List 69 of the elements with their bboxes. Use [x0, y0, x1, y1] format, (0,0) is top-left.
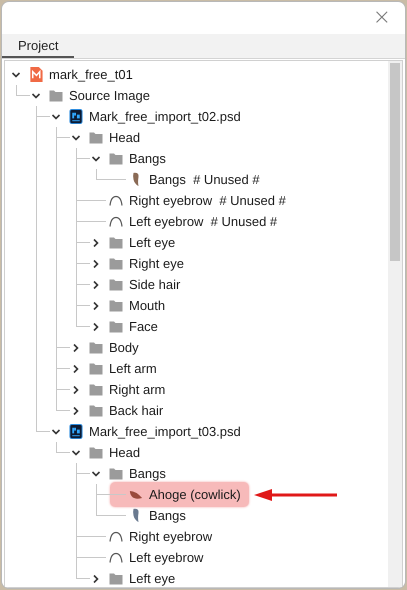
layer-name[interactable]: Left eyebrow # Unused #	[129, 214, 278, 229]
collapse-chevron-icon[interactable]	[31, 90, 41, 100]
layer-name[interactable]: mark_free_t01	[49, 67, 133, 82]
folder-icon	[109, 571, 123, 586]
layer-name[interactable]: Side hair	[129, 277, 180, 292]
folder-icon	[109, 319, 123, 334]
layer-name[interactable]: Bangs	[149, 508, 186, 523]
psd-file-icon	[69, 424, 83, 439]
folder-icon	[109, 235, 123, 250]
expand-chevron-icon[interactable]	[91, 258, 101, 268]
close-button[interactable]: ×	[366, 7, 397, 29]
layer-name[interactable]: Right eyebrow	[129, 529, 212, 544]
layer-name[interactable]: Ahoge (cowlick)	[149, 487, 241, 502]
eyebrow-arc-icon	[109, 193, 123, 208]
collapse-chevron-icon[interactable]	[51, 112, 61, 122]
layer-name[interactable]: Source Image	[69, 88, 150, 103]
collapse-chevron-icon[interactable]	[91, 468, 101, 478]
layer-name[interactable]: Left eye	[129, 571, 176, 586]
layer-name[interactable]: Bangs	[129, 151, 166, 166]
psd-file-icon	[69, 109, 83, 124]
expand-chevron-icon[interactable]	[91, 574, 101, 584]
expand-chevron-icon[interactable]	[71, 364, 81, 374]
layer-name[interactable]: Head	[109, 445, 140, 460]
layer-name[interactable]: Bangs # Unused #	[149, 172, 260, 187]
layer-name[interactable]: Back hair	[109, 403, 164, 418]
project-tab[interactable]: Project	[2, 35, 74, 58]
layer-name[interactable]: Mark_free_import_t03.psd	[89, 424, 241, 439]
folder-icon	[109, 256, 123, 271]
collapse-chevron-icon[interactable]	[71, 132, 81, 142]
folder-icon	[89, 403, 103, 418]
folder-icon	[109, 466, 123, 481]
collapse-chevron-icon[interactable]	[91, 154, 101, 164]
expand-chevron-icon[interactable]	[71, 342, 81, 352]
layer-name[interactable]: Right arm	[109, 382, 166, 397]
layer-name[interactable]: Right eyebrow # Unused #	[129, 193, 286, 208]
folder-icon	[89, 340, 103, 355]
collapse-chevron-icon[interactable]	[51, 426, 61, 436]
folder-icon	[109, 277, 123, 292]
layer-name[interactable]: Bangs	[129, 466, 166, 481]
collapse-chevron-icon[interactable]	[11, 70, 21, 80]
scrollbar-thumb[interactable]	[390, 63, 400, 261]
eyebrow-arc-icon	[109, 550, 123, 565]
folder-icon	[89, 130, 103, 145]
layer-name[interactable]: Head	[109, 130, 140, 145]
expand-chevron-icon[interactable]	[91, 322, 101, 332]
eyebrow-arc-icon	[109, 214, 123, 229]
folder-icon	[109, 298, 123, 313]
eyebrow-arc-icon	[109, 529, 123, 544]
layer-name[interactable]: Body	[109, 340, 139, 355]
expand-chevron-icon[interactable]	[91, 238, 101, 248]
folder-icon	[89, 382, 103, 397]
expand-chevron-icon[interactable]	[91, 280, 101, 290]
folder-icon	[89, 445, 103, 460]
folder-icon	[49, 88, 63, 103]
layer-name[interactable]: Left eye	[129, 235, 176, 250]
project-logo-icon	[29, 67, 43, 82]
expand-chevron-icon[interactable]	[91, 300, 101, 310]
collapse-chevron-icon[interactable]	[71, 448, 81, 458]
scrollbar[interactable]	[388, 61, 402, 587]
layer-name[interactable]: Left arm	[109, 361, 157, 376]
layer-name[interactable]: Left eyebrow	[129, 550, 204, 565]
layer-name[interactable]: Right eye	[129, 256, 184, 271]
expand-chevron-icon[interactable]	[71, 384, 81, 394]
layer-name[interactable]: Mark_free_import_t02.psd	[89, 109, 241, 124]
layer-name[interactable]: Mouth	[129, 298, 166, 313]
folder-icon	[109, 151, 123, 166]
expand-chevron-icon[interactable]	[71, 406, 81, 416]
folder-icon	[89, 361, 103, 376]
layer-name[interactable]: Face	[129, 319, 158, 334]
